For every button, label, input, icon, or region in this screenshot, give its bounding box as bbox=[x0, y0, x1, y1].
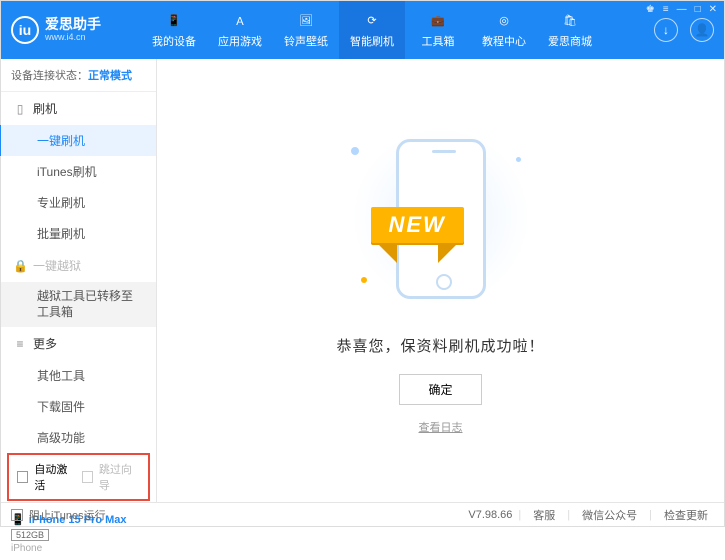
sidebar-item-onekey-flash[interactable]: 一键刷机 bbox=[0, 125, 156, 156]
header-actions: ↓ 👤 bbox=[654, 18, 714, 42]
check-update-link[interactable]: 检查更新 bbox=[658, 507, 714, 523]
lock-icon: 🔒 bbox=[13, 259, 27, 273]
checkbox-area: 自动激活 跳过向导 bbox=[7, 453, 150, 501]
sidebar-flash-head[interactable]: ▯刷机 bbox=[1, 92, 156, 125]
nav-my-device[interactable]: 📱我的设备 bbox=[141, 1, 207, 59]
connection-status: 设备连接状态：正常模式 bbox=[1, 59, 156, 92]
success-message: 恭喜您，保资料刷机成功啦！ bbox=[336, 335, 544, 356]
logo-url: www.i4.cn bbox=[45, 33, 101, 43]
auto-activate-checkbox[interactable] bbox=[17, 471, 28, 483]
logo-title: 爱思助手 bbox=[45, 17, 101, 32]
more-icon: ≡ bbox=[13, 337, 27, 351]
success-illustration: NEW bbox=[341, 127, 541, 317]
view-log-link[interactable]: 查看日志 bbox=[419, 419, 463, 435]
sidebar-item-advanced[interactable]: 高级功能 bbox=[1, 422, 156, 453]
skip-guide-checkbox[interactable] bbox=[82, 471, 93, 483]
sidebar: 设备连接状态：正常模式 ▯刷机 一键刷机 iTunes刷机 专业刷机 批量刷机 … bbox=[1, 59, 157, 502]
sidebar-item-itunes-flash[interactable]: iTunes刷机 bbox=[1, 156, 156, 187]
nav-toolbox[interactable]: 💼工具箱 bbox=[405, 1, 471, 59]
device-storage: 512GB bbox=[11, 529, 49, 541]
nav-store[interactable]: 🛍爱思商城 bbox=[537, 1, 603, 59]
download-button[interactable]: ↓ bbox=[654, 18, 678, 42]
auto-activate-label: 自动激活 bbox=[34, 461, 75, 493]
support-link[interactable]: 客服 bbox=[527, 507, 561, 523]
device-type: iPhone bbox=[11, 543, 146, 554]
user-button[interactable]: 👤 bbox=[690, 18, 714, 42]
apps-icon: Ａ bbox=[230, 12, 250, 30]
sidebar-item-download-fw[interactable]: 下载固件 bbox=[1, 391, 156, 422]
main-nav: 📱我的设备 Ａ应用游戏 🖼铃声壁纸 ⟳智能刷机 💼工具箱 ◎教程中心 🛍爱思商城 bbox=[141, 1, 654, 59]
nav-apps[interactable]: Ａ应用游戏 bbox=[207, 1, 273, 59]
close-icon[interactable]: ✕ bbox=[709, 4, 717, 15]
skip-guide-label: 跳过向导 bbox=[99, 461, 140, 493]
nav-flash[interactable]: ⟳智能刷机 bbox=[339, 1, 405, 59]
minimize-icon[interactable]: — bbox=[677, 4, 687, 15]
main-content: NEW 恭喜您，保资料刷机成功啦！ 确定 查看日志 bbox=[157, 59, 724, 502]
logo-icon: iu bbox=[11, 16, 39, 44]
menu-icon[interactable]: ≡ bbox=[663, 4, 669, 15]
nav-ringtones[interactable]: 🖼铃声壁纸 bbox=[273, 1, 339, 59]
app-header: ♚ ≡ — □ ✕ iu 爱思助手 www.i4.cn 📱我的设备 Ａ应用游戏 … bbox=[1, 1, 724, 59]
block-itunes-label: 阻止iTunes运行 bbox=[29, 507, 106, 523]
device-icon: 📱 bbox=[164, 12, 184, 30]
nav-tutorials[interactable]: ◎教程中心 bbox=[471, 1, 537, 59]
sidebar-more-head[interactable]: ≡更多 bbox=[1, 327, 156, 360]
maximize-icon[interactable]: □ bbox=[695, 4, 701, 15]
block-itunes-checkbox[interactable] bbox=[11, 509, 23, 521]
phone-icon: ▯ bbox=[13, 102, 27, 116]
window-controls: ♚ ≡ — □ ✕ bbox=[646, 4, 717, 15]
sidebar-item-other-tools[interactable]: 其他工具 bbox=[1, 360, 156, 391]
store-icon: 🛍 bbox=[560, 12, 580, 30]
sidebar-item-batch-flash[interactable]: 批量刷机 bbox=[1, 218, 156, 249]
toolbox-icon: 💼 bbox=[428, 12, 448, 30]
sidebar-item-jailbreak-note[interactable]: 越狱工具已转移至工具箱 bbox=[1, 282, 156, 327]
logo[interactable]: iu 爱思助手 www.i4.cn bbox=[11, 16, 141, 44]
version-label: V7.98.66 bbox=[468, 509, 512, 521]
sidebar-item-pro-flash[interactable]: 专业刷机 bbox=[1, 187, 156, 218]
ok-button[interactable]: 确定 bbox=[399, 374, 481, 405]
sidebar-jailbreak-head: 🔒一键越狱 bbox=[1, 249, 156, 282]
wechat-link[interactable]: 微信公众号 bbox=[576, 507, 643, 523]
gift-icon[interactable]: ♚ bbox=[646, 4, 655, 15]
flash-icon: ⟳ bbox=[362, 12, 382, 30]
book-icon: ◎ bbox=[494, 12, 514, 30]
image-icon: 🖼 bbox=[296, 12, 316, 30]
new-ribbon: NEW bbox=[371, 207, 464, 243]
